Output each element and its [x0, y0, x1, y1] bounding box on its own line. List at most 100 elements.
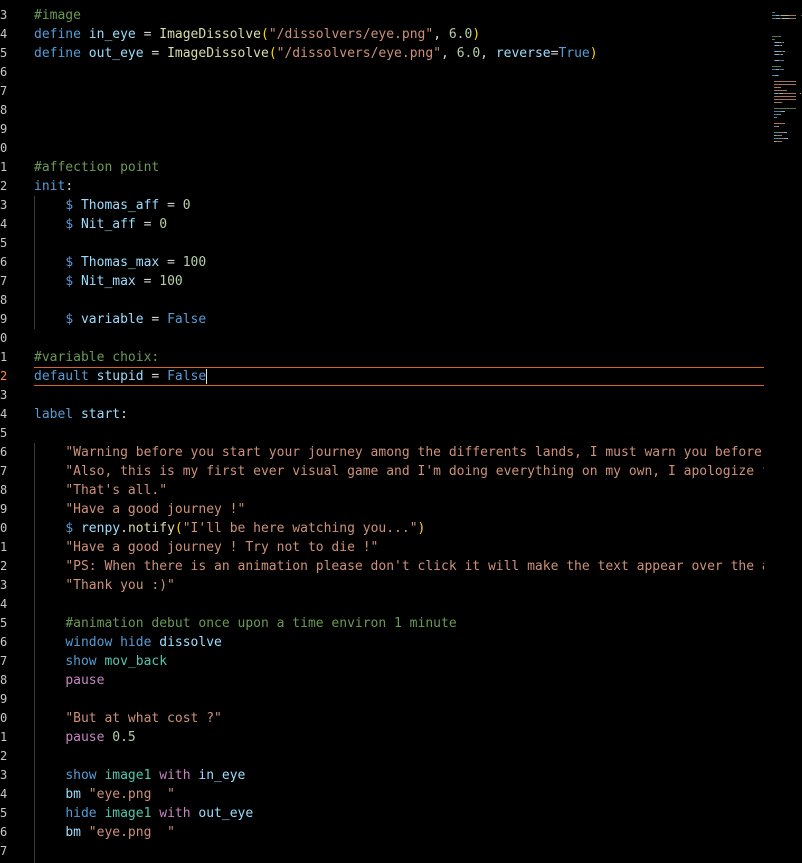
code-line[interactable]: 3 [0, 386, 764, 405]
code-line[interactable]: 1 #variable choix: [0, 348, 764, 367]
code-line[interactable]: 5 hide image1 with out_eye [0, 804, 764, 823]
code-line[interactable]: 7 show mov_back [0, 652, 764, 671]
code-line[interactable]: 0 [0, 329, 764, 348]
code-line[interactable]: 0 "But at what cost ?" [0, 709, 764, 728]
line-code[interactable]: bm "eye.png " [34, 823, 764, 842]
code-line[interactable]: 6 "Warning before you start your journey… [0, 443, 764, 462]
code-token: define [34, 27, 89, 42]
code-line[interactable]: 0 [0, 139, 764, 158]
code-line[interactable]: 3 show image1 with in_eye [0, 766, 764, 785]
line-code[interactable]: #animation debut once upon a time enviro… [34, 614, 764, 633]
line-code[interactable]: pause [34, 671, 764, 690]
line-code[interactable]: label start: [34, 405, 764, 424]
code-token: 6.0 [456, 46, 481, 61]
code-line[interactable]: 7 [0, 842, 764, 861]
code-line[interactable]: 6 bm "eye.png " [0, 823, 764, 842]
line-code[interactable]: $ variable = False [34, 310, 764, 329]
code-line[interactable]: 0 $ renpy.notify("I'll be here watching … [0, 519, 764, 538]
line-code[interactable]: $ Nit_max = 100 [34, 272, 764, 291]
code-line[interactable]: 5 define out_eye = ImageDissolve("/dissol… [0, 44, 764, 63]
line-code[interactable]: init: [34, 177, 764, 196]
minimap-mark [774, 90, 787, 91]
line-code[interactable]: default stupid = False [34, 367, 764, 386]
line-number: 5 [0, 236, 8, 250]
line-code[interactable]: $ Thomas_max = 100 [34, 253, 764, 272]
code-line[interactable]: 9 $ variable = False [0, 310, 764, 329]
code-token: "eye.png " [88, 787, 175, 802]
code-token: renpy [80, 521, 121, 536]
line-code[interactable]: "But at what cost ?" [34, 709, 764, 728]
code-line[interactable]: 2 "PS: When there is an animation please… [0, 557, 764, 576]
code-line[interactable]: 8 [0, 101, 764, 120]
line-code[interactable]: "Have a good journey ! Try not to die !" [34, 538, 764, 557]
code-line[interactable]: 7 [0, 82, 764, 101]
line-code[interactable]: "That's all." [34, 481, 764, 500]
line-code[interactable]: show mov_back [34, 652, 764, 671]
code-line[interactable]: 4 define in_eye = ImageDissolve("/dissolv… [0, 25, 764, 44]
line-code[interactable]: "PS: When there is an animation please d… [34, 557, 764, 576]
code-line[interactable]: 5 [0, 234, 764, 253]
code-line[interactable]: 7 $ Nit_max = 100 [0, 272, 764, 291]
code-line[interactable]: 1 #affection point [0, 158, 764, 177]
line-number: 1 [0, 730, 8, 744]
code-token: image1 [104, 768, 160, 783]
code-token: "Have a good journey ! Try not to die !" [65, 540, 379, 555]
code-line[interactable]: 3 #image [0, 6, 764, 25]
code-line[interactable]: 8 [0, 291, 764, 310]
line-code[interactable]: window hide dissolve [34, 633, 764, 652]
code-line[interactable]: 2 default stupid = False [0, 367, 764, 386]
code-line[interactable]: 6 $ Thomas_max = 100 [0, 253, 764, 272]
line-code[interactable]: #affection point [34, 158, 764, 177]
line-code[interactable]: $ renpy.notify("I'll be here watching yo… [34, 519, 764, 538]
code-line[interactable]: 6 window hide dissolve [0, 633, 764, 652]
code-line[interactable]: 2 [0, 747, 764, 766]
code-line[interactable]: 4 $ Nit_aff = 0 [0, 215, 764, 234]
code-line[interactable]: 9 [0, 690, 764, 709]
code-line[interactable]: 3 $ Thomas_aff = 0 [0, 196, 764, 215]
code-line[interactable]: 4 label start: [0, 405, 764, 424]
code-line[interactable]: 9 [0, 120, 764, 139]
line-code[interactable]: "Warning before you start your journey a… [34, 443, 764, 462]
code-lines[interactable]: 3 #image 4 define in_eye = ImageDissolve("/… [0, 6, 764, 861]
line-code[interactable]: #variable choix: [34, 348, 764, 367]
code-line[interactable]: 4 bm "eye.png " [0, 785, 764, 804]
line-code[interactable]: $ Nit_aff = 0 [34, 215, 764, 234]
minimap-mark [777, 126, 779, 127]
code-token: ( [261, 27, 269, 42]
line-code[interactable]: define in_eye = ImageDissolve("/dissolve… [34, 25, 764, 44]
line-code[interactable]: "Thank you :)" [34, 576, 764, 595]
code-token: ( [268, 46, 277, 61]
code-token: , [441, 46, 457, 61]
line-number: 7 [0, 274, 8, 288]
code-line[interactable]: 4 [0, 595, 764, 614]
line-number: 1 [0, 160, 8, 174]
line-code[interactable]: show image1 with in_eye [34, 766, 764, 785]
line-code[interactable]: "Also, this is my first ever visual game… [34, 462, 764, 481]
line-code[interactable]: pause 0.5 [34, 728, 764, 747]
code-line[interactable]: 8 "That's all." [0, 481, 764, 500]
line-code[interactable]: "Have a good journey !" [34, 500, 764, 519]
code-line[interactable]: 5 #animation debut once upon a time envi… [0, 614, 764, 633]
code-line[interactable]: 6 [0, 63, 764, 82]
code-token: Thomas_aff [80, 198, 160, 213]
code-line[interactable]: 1 "Have a good journey ! Try not to die … [0, 538, 764, 557]
line-code[interactable]: #image [34, 6, 764, 25]
code-line[interactable]: 7 "Also, this is my first ever visual ga… [0, 462, 764, 481]
code-line[interactable]: 8 pause [0, 671, 764, 690]
code-line[interactable]: 3 "Thank you :)" [0, 576, 764, 595]
line-code[interactable]: define out_eye = ImageDissolve("/dissolv… [34, 44, 764, 63]
line-code[interactable]: $ Thomas_aff = 0 [34, 196, 764, 215]
code-line[interactable]: 9 "Have a good journey !" [0, 500, 764, 519]
minimap[interactable] [766, 0, 802, 863]
line-code[interactable]: bm "eye.png " [34, 785, 764, 804]
code-editor[interactable]: 3 #image 4 define in_eye = ImageDissolve("/… [0, 6, 764, 863]
code-line[interactable]: 5 [0, 424, 764, 443]
line-code[interactable]: hide image1 with out_eye [34, 804, 764, 823]
minimap-mark [800, 93, 801, 94]
minimap-mark [774, 99, 796, 100]
code-line[interactable]: 2 init: [0, 177, 764, 196]
code-token: $ [65, 521, 81, 536]
code-line[interactable]: 1 pause 0.5 [0, 728, 764, 747]
